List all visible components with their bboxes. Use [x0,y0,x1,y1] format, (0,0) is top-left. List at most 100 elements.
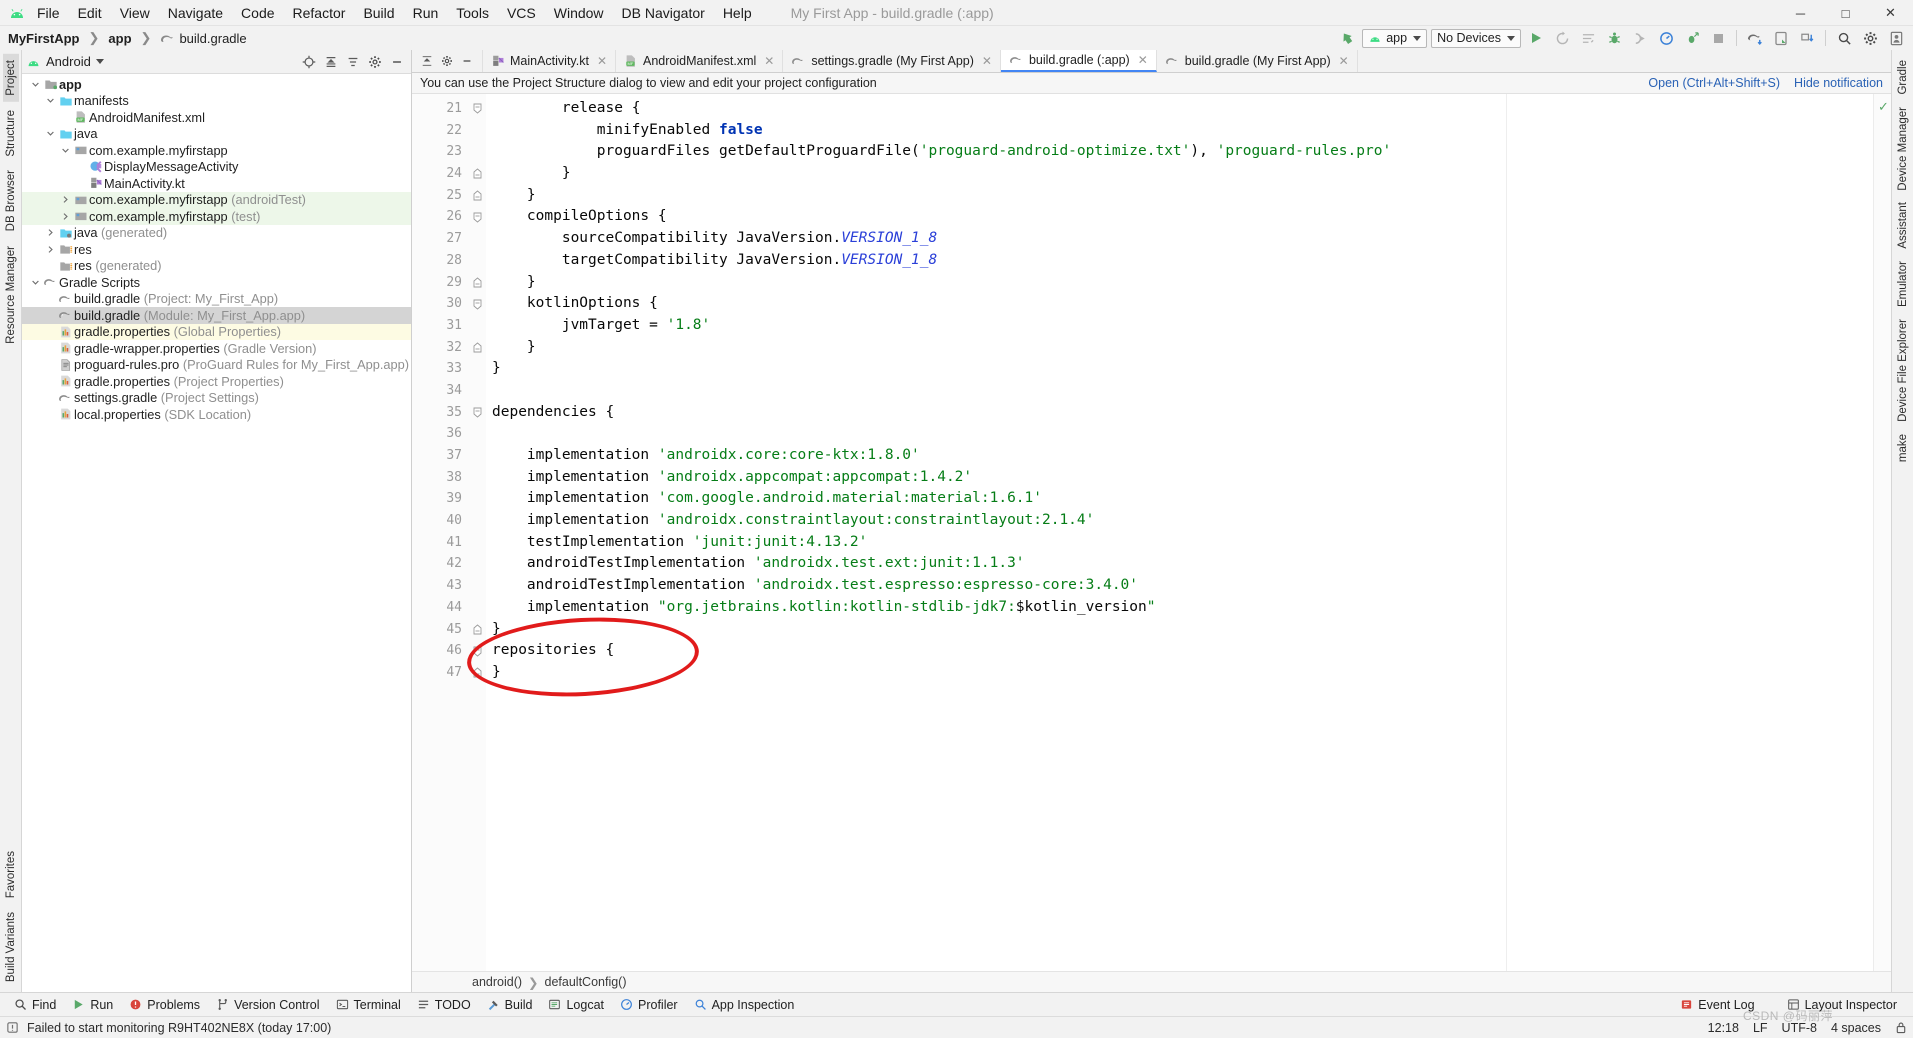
target-icon[interactable] [299,52,319,72]
tree-node-displaymessageactivity[interactable]: DisplayMessageActivity [22,159,411,176]
close-icon[interactable]: ✕ [764,54,774,68]
inspection-gutter[interactable]: ✓ [1873,94,1891,971]
collapse-all-icon[interactable] [321,52,341,72]
indent-setting[interactable]: 4 spaces [1831,1021,1881,1035]
bottom-tool-todo[interactable]: TODO [409,996,479,1014]
attach-debugger-icon[interactable] [1629,27,1651,49]
menu-item-help[interactable]: Help [714,2,761,24]
code-editor[interactable]: 21 22 23 24 25 26 27 28 29 30 31 32 33 34 35 36 37 38 39 40… [412,94,1891,971]
expand-icon[interactable] [418,55,436,67]
fold-close-icon[interactable] [468,662,486,684]
run-configuration-selector[interactable]: app [1362,28,1428,48]
menu-item-db-navigator[interactable]: DB Navigator [613,2,714,24]
menu-item-edit[interactable]: Edit [69,2,111,24]
tree-node-build-gradle[interactable]: build.gradle (Project: My_First_App) [22,291,411,308]
close-icon[interactable]: ✕ [1339,54,1349,68]
fold-open-icon[interactable] [468,640,486,662]
chevron-right-icon[interactable] [58,212,72,221]
tree-node-mainactivity-kt[interactable]: MainActivity.kt [22,175,411,192]
tree-node-app[interactable]: app [22,76,411,93]
fold-close-icon[interactable] [468,619,486,641]
close-button[interactable]: ✕ [1868,0,1913,26]
tool-stripe-resource-manager[interactable]: Resource Manager [3,240,19,350]
menu-item-file[interactable]: File [28,2,69,24]
fold-open-icon[interactable] [468,98,486,120]
chevron-down-icon[interactable] [43,96,57,105]
tree-node-build-gradle[interactable]: build.gradle (Module: My_First_App.app) [22,307,411,324]
fold-close-icon[interactable] [468,337,486,359]
editor-tab-build-gradle-my-first-app-[interactable]: build.gradle (My First App) ✕ [1157,50,1358,72]
avd-manager-icon[interactable] [1770,27,1792,49]
fold-close-icon[interactable] [468,272,486,294]
fold-open-icon[interactable] [468,402,486,424]
menu-item-refactor[interactable]: Refactor [284,2,355,24]
tool-stripe-emulator[interactable]: Emulator [1895,255,1911,313]
tree-node-proguard-rules-pro[interactable]: proguard-rules.pro (ProGuard Rules for M… [22,357,411,374]
menu-item-window[interactable]: Window [545,2,613,24]
menu-item-run[interactable]: Run [404,2,448,24]
hide-icon[interactable] [458,55,476,67]
tool-stripe-project[interactable]: Project [2,54,19,102]
hide-panel-icon[interactable] [387,52,407,72]
fold-close-icon[interactable] [468,163,486,185]
sdk-manager-icon[interactable] [1796,27,1818,49]
debug-icon[interactable] [1603,27,1625,49]
sync-gradle-icon[interactable] [1744,27,1766,49]
chevron-down-icon[interactable] [28,278,42,287]
gear-icon[interactable] [1859,27,1881,49]
tool-stripe-structure[interactable]: Structure [3,104,19,163]
fold-open-icon[interactable] [468,206,486,228]
menu-item-build[interactable]: Build [354,2,403,24]
account-icon[interactable] [1885,27,1907,49]
tree-node-gradle-properties[interactable]: gradle.properties (Project Properties) [22,373,411,390]
breadcrumb-android[interactable]: android() [472,975,522,989]
sort-icon[interactable] [343,52,363,72]
tree-node-java[interactable]: java (generated) [22,225,411,242]
chevron-down-icon[interactable] [28,80,42,89]
tree-node-gradle-properties[interactable]: gradle.properties (Global Properties) [22,323,411,340]
tree-node-com-example-myfirstapp[interactable]: com.example.myfirstapp (test) [22,208,411,225]
breadcrumb-project[interactable]: MyFirstApp [8,31,80,46]
tool-stripe-build-variants[interactable]: Build Variants [3,906,19,988]
breadcrumb-module[interactable]: app [108,31,131,46]
tree-node-res[interactable]: res (generated) [22,258,411,275]
tool-stripe-gradle[interactable]: Gradle [1895,54,1911,101]
bottom-tool-find[interactable]: Find [6,996,64,1014]
menu-item-view[interactable]: View [111,2,159,24]
tree-node-com-example-myfirstapp[interactable]: com.example.myfirstapp (androidTest) [22,191,411,208]
menu-item-code[interactable]: Code [232,2,283,24]
project-view-selector[interactable]: Android [26,54,104,69]
editor-tab-settings-gradle-my-first-app-[interactable]: settings.gradle (My First App) ✕ [783,50,1001,72]
run-with-coverage-icon[interactable] [1681,27,1703,49]
tree-node-com-example-myfirstapp[interactable]: com.example.myfirstapp [22,142,411,159]
tree-node-local-properties[interactable]: local.properties (SDK Location) [22,406,411,423]
editor-tab-mainactivity-kt[interactable]: MainActivity.kt ✕ [483,50,617,72]
edit-configurations-icon[interactable] [1577,27,1599,49]
chevron-right-icon[interactable] [43,245,57,254]
chevron-right-icon[interactable] [58,195,72,204]
menu-item-tools[interactable]: Tools [447,2,498,24]
close-icon[interactable]: ✕ [597,54,607,68]
maximize-button[interactable]: □ [1823,0,1868,26]
stop-icon[interactable] [1707,27,1729,49]
caret-position[interactable]: 12:18 [1708,1021,1739,1035]
tool-stripe-favorites[interactable]: Favorites [3,845,19,904]
bottom-tool-terminal[interactable]: Terminal [328,996,409,1014]
breadcrumb-defaultconfig[interactable]: defaultConfig() [545,975,627,989]
bottom-tool-problems[interactable]: Problems [121,996,208,1014]
open-project-structure-link[interactable]: Open (Ctrl+Alt+Shift+S) [1648,76,1780,90]
lock-icon[interactable] [1895,1021,1907,1034]
bottom-tool-version-control[interactable]: Version Control [208,996,327,1014]
gear-icon[interactable] [365,52,385,72]
profiler-icon[interactable] [1655,27,1677,49]
chevron-right-icon[interactable] [43,228,57,237]
menu-item-vcs[interactable]: VCS [498,2,545,24]
fold-close-icon[interactable] [468,185,486,207]
editor-tab-build-gradle-app-[interactable]: build.gradle (:app) ✕ [1000,50,1157,72]
breadcrumb-file[interactable]: build.gradle [179,31,246,46]
bottom-tool-run[interactable]: Run [64,996,121,1014]
run-icon[interactable] [1525,27,1547,49]
fold-open-icon[interactable] [468,293,486,315]
code-text-area[interactable]: release { minifyEnabled false proguardFi… [486,94,1873,971]
tree-node-gradle-wrapper-properties[interactable]: gradle-wrapper.properties (Gradle Versio… [22,340,411,357]
